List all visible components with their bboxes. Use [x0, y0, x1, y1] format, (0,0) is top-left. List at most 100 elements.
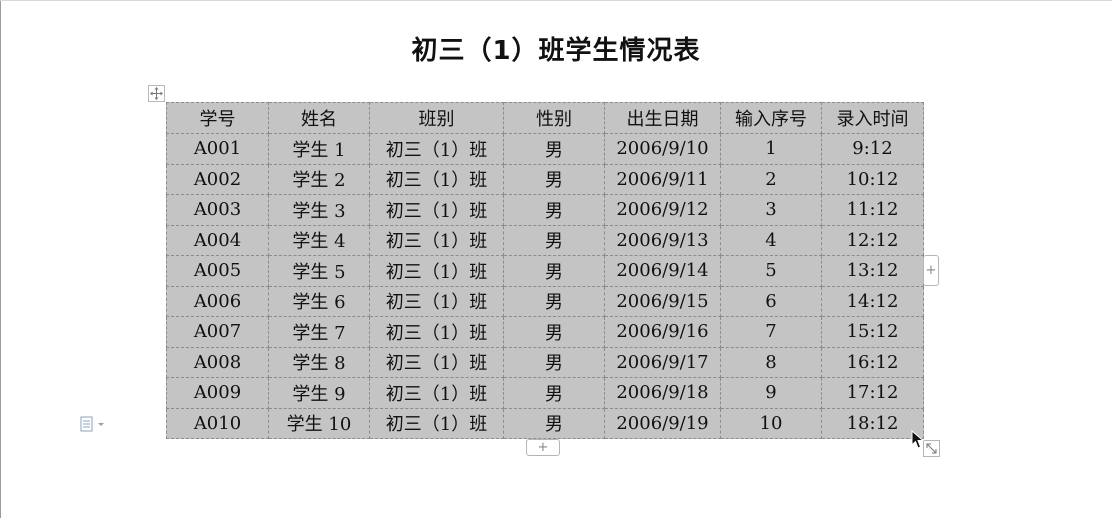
table-row: A004 学生 4 初三（1）班 男 2006/9/13 4 12:12 [166, 224, 924, 256]
table-cell[interactable]: 初三（1）班 [369, 163, 504, 195]
table-cell[interactable]: 初三（1）班 [369, 407, 504, 439]
table-cell[interactable]: 初三（1）班 [369, 224, 504, 256]
header-cell-class[interactable]: 班别 [369, 102, 504, 134]
table-cell[interactable]: 学生 9 [268, 377, 370, 409]
table-cell[interactable]: 2 [720, 163, 822, 195]
table-cell[interactable]: 男 [503, 194, 605, 226]
table-cell[interactable]: 2006/9/19 [604, 407, 721, 439]
table-cell[interactable]: 学生 4 [268, 224, 370, 256]
table-cell[interactable]: 男 [503, 255, 605, 287]
table-cell[interactable]: 初三（1）班 [369, 346, 504, 378]
mouse-cursor-icon [911, 430, 925, 449]
table-row: A003 学生 3 初三（1）班 男 2006/9/12 3 11:12 [166, 194, 924, 226]
table-cell[interactable]: 2006/9/12 [604, 194, 721, 226]
table-cell[interactable]: 学生 8 [268, 346, 370, 378]
table-cell[interactable]: 10:12 [821, 163, 924, 195]
table-cell[interactable]: 12:12 [821, 224, 924, 256]
table-cell[interactable]: A002 [166, 163, 269, 195]
table-cell[interactable]: 学生 10 [268, 407, 370, 439]
resize-icon [926, 443, 937, 454]
table-cell[interactable]: 9:12 [821, 133, 924, 165]
add-row-button[interactable]: + [526, 439, 560, 456]
table-cell[interactable]: 初三（1）班 [369, 285, 504, 317]
table-cell[interactable]: 初三（1）班 [369, 377, 504, 409]
table-cell[interactable]: 9 [720, 377, 822, 409]
table-resize-handle[interactable] [923, 440, 940, 457]
table-cell[interactable]: 2006/9/15 [604, 285, 721, 317]
table-cell[interactable]: 2006/9/11 [604, 163, 721, 195]
table-cell[interactable]: 7 [720, 316, 822, 348]
table-body: A001 学生 1 初三（1）班 男 2006/9/10 1 9:12 A002… [166, 133, 924, 439]
header-cell-gender[interactable]: 性别 [503, 102, 605, 134]
page-edge [0, 0, 1, 518]
table-cell[interactable]: 男 [503, 316, 605, 348]
document-title: 初三（1）班学生情况表 [411, 36, 701, 66]
table-cell[interactable]: 男 [503, 163, 605, 195]
table-cell[interactable]: 初三（1）班 [369, 316, 504, 348]
table-cell[interactable]: 男 [503, 407, 605, 439]
table-cell[interactable]: 2006/9/14 [604, 255, 721, 287]
table-cell[interactable]: A005 [166, 255, 269, 287]
table-row: A009 学生 9 初三（1）班 男 2006/9/18 9 17:12 [166, 377, 924, 409]
table-cell[interactable]: 10 [720, 407, 822, 439]
table-cell[interactable]: 男 [503, 224, 605, 256]
table-row: A010 学生 10 初三（1）班 男 2006/9/19 10 18:12 [166, 407, 924, 439]
table-cell[interactable]: 15:12 [821, 316, 924, 348]
table-row: A001 学生 1 初三（1）班 男 2006/9/10 1 9:12 [166, 133, 924, 165]
table-row: A002 学生 2 初三（1）班 男 2006/9/11 2 10:12 [166, 163, 924, 195]
table-cell[interactable]: 男 [503, 285, 605, 317]
table-cell[interactable]: 学生 5 [268, 255, 370, 287]
table-cell[interactable]: 17:12 [821, 377, 924, 409]
table-cell[interactable]: 2006/9/17 [604, 346, 721, 378]
table-cell[interactable]: 初三（1）班 [369, 255, 504, 287]
move-icon [150, 87, 163, 100]
table-cell[interactable]: A009 [166, 377, 269, 409]
add-column-button[interactable]: + [923, 255, 939, 286]
table-cell[interactable]: 5 [720, 255, 822, 287]
table-cell[interactable]: A001 [166, 133, 269, 165]
table-cell[interactable]: A003 [166, 194, 269, 226]
table-cell[interactable]: 男 [503, 346, 605, 378]
table-cell[interactable]: 11:12 [821, 194, 924, 226]
table-cell[interactable]: 学生 3 [268, 194, 370, 226]
table-cell[interactable]: 6 [720, 285, 822, 317]
table-cell[interactable]: 18:12 [821, 407, 924, 439]
table-cell[interactable]: A010 [166, 407, 269, 439]
table-cell[interactable]: A007 [166, 316, 269, 348]
table-cell[interactable]: 男 [503, 133, 605, 165]
table-header-row: 学号 姓名 班别 性别 出生日期 输入序号 录入时间 [166, 102, 924, 134]
table-cell[interactable]: 学生 6 [268, 285, 370, 317]
table-cell[interactable]: A006 [166, 285, 269, 317]
table-move-handle[interactable] [148, 85, 165, 102]
table-cell[interactable]: 2006/9/18 [604, 377, 721, 409]
table-cell[interactable]: 男 [503, 377, 605, 409]
header-cell-student-id[interactable]: 学号 [166, 102, 269, 134]
table-cell[interactable]: A008 [166, 346, 269, 378]
student-table: 学号 姓名 班别 性别 出生日期 输入序号 录入时间 A001 学生 1 初三（… [166, 102, 924, 439]
table-cell[interactable]: 3 [720, 194, 822, 226]
table-cell[interactable]: 2006/9/10 [604, 133, 721, 165]
header-cell-birth-date[interactable]: 出生日期 [604, 102, 721, 134]
header-cell-entry-time[interactable]: 录入时间 [821, 102, 924, 134]
table-cell[interactable]: 1 [720, 133, 822, 165]
table-cell[interactable]: 2006/9/16 [604, 316, 721, 348]
table-row: A006 学生 6 初三（1）班 男 2006/9/15 6 14:12 [166, 285, 924, 317]
table-row: A008 学生 8 初三（1）班 男 2006/9/17 8 16:12 [166, 346, 924, 378]
table-cell[interactable]: 4 [720, 224, 822, 256]
table-cell[interactable]: 8 [720, 346, 822, 378]
header-cell-name[interactable]: 姓名 [268, 102, 370, 134]
table-cell[interactable]: 13:12 [821, 255, 924, 287]
table-row: A005 学生 5 初三（1）班 男 2006/9/14 5 13:12 [166, 255, 924, 287]
header-cell-input-number[interactable]: 输入序号 [720, 102, 822, 134]
table-cell[interactable]: 2006/9/13 [604, 224, 721, 256]
table-cell[interactable]: 学生 1 [268, 133, 370, 165]
table-cell[interactable]: 学生 2 [268, 163, 370, 195]
table-cell[interactable]: 初三（1）班 [369, 194, 504, 226]
table-cell[interactable]: A004 [166, 224, 269, 256]
paste-options-icon[interactable] [80, 416, 104, 432]
table-cell[interactable]: 学生 7 [268, 316, 370, 348]
table-row: A007 学生 7 初三（1）班 男 2006/9/16 7 15:12 [166, 316, 924, 348]
table-cell[interactable]: 16:12 [821, 346, 924, 378]
table-cell[interactable]: 初三（1）班 [369, 133, 504, 165]
table-cell[interactable]: 14:12 [821, 285, 924, 317]
